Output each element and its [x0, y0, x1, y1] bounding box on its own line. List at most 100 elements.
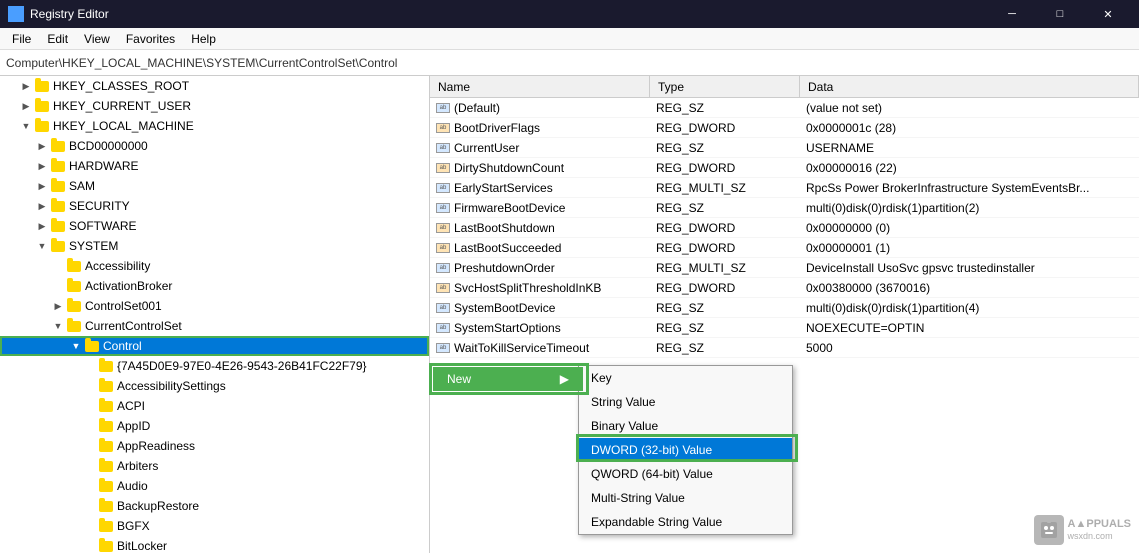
tree-item-control[interactable]: ▼ Control	[0, 336, 429, 356]
reg-icon: ab	[436, 123, 450, 133]
submenu-item-qword[interactable]: QWORD (64-bit) Value	[579, 462, 792, 486]
cell-type: REG_DWORD	[650, 221, 800, 235]
expander-icon: ▶	[82, 398, 98, 414]
expander-icon: ▶	[34, 158, 50, 174]
tree-item-bitlocker[interactable]: ▶ BitLocker	[0, 536, 429, 553]
tree-item-currentcontrolset[interactable]: ▼ CurrentControlSet	[0, 316, 429, 336]
cell-name: ab SystemBootDevice	[430, 301, 650, 315]
tree-item-accessibility[interactable]: ▶ Accessibility	[0, 256, 429, 276]
tree-item-system[interactable]: ▼ SYSTEM	[0, 236, 429, 256]
folder-icon	[66, 258, 82, 274]
submenu-item-expandable-string[interactable]: Expandable String Value	[579, 510, 792, 534]
data-row[interactable]: ab BootDriverFlags REG_DWORD 0x0000001c …	[430, 118, 1139, 138]
expander-icon: ▶	[50, 278, 66, 294]
address-path: Computer\HKEY_LOCAL_MACHINE\SYSTEM\Curre…	[6, 56, 397, 70]
tree-item-accessibilitysettings[interactable]: ▶ AccessibilitySettings	[0, 376, 429, 396]
tree-item-guid[interactable]: ▶ {7A45D0E9-97E0-4E26-9543-26B41FC22F79}	[0, 356, 429, 376]
submenu-item-multi-string[interactable]: Multi-String Value	[579, 486, 792, 510]
data-row[interactable]: ab CurrentUser REG_SZ USERNAME	[430, 138, 1139, 158]
cell-type: REG_SZ	[650, 141, 800, 155]
data-row[interactable]: ab (Default) REG_SZ (value not set)	[430, 98, 1139, 118]
folder-icon	[50, 158, 66, 174]
submenu-item-binary-value[interactable]: Binary Value	[579, 414, 792, 438]
cell-name: ab BootDriverFlags	[430, 121, 650, 135]
reg-icon: ab	[436, 163, 450, 173]
data-row[interactable]: ab SystemBootDevice REG_SZ multi(0)disk(…	[430, 298, 1139, 318]
appuals-logo-icon	[1034, 515, 1064, 545]
window-title: Registry Editor	[30, 7, 109, 21]
folder-icon	[98, 498, 114, 514]
menu-view[interactable]: View	[76, 28, 118, 50]
menu-file[interactable]: File	[4, 28, 39, 50]
menu-edit[interactable]: Edit	[39, 28, 76, 50]
data-row[interactable]: ab LastBootShutdown REG_DWORD 0x00000000…	[430, 218, 1139, 238]
tree-item-controlset001[interactable]: ▶ ControlSet001	[0, 296, 429, 316]
tree-label: HKEY_LOCAL_MACHINE	[53, 119, 194, 133]
tree-item-backuprestore[interactable]: ▶ BackupRestore	[0, 496, 429, 516]
tree-item-acpi[interactable]: ▶ ACPI	[0, 396, 429, 416]
submenu-arrow: ▶	[560, 372, 569, 386]
tree-label: SECURITY	[69, 199, 130, 213]
tree-item-hkey-local-machine[interactable]: ▼ HKEY_LOCAL_MACHINE	[0, 116, 429, 136]
col-header-data: Data	[800, 76, 1139, 97]
new-context-menu-item[interactable]: New ▶	[433, 367, 583, 391]
tree-item-security[interactable]: ▶ SECURITY	[0, 196, 429, 216]
col-header-type: Type	[650, 76, 800, 97]
tree-item-appreadiness[interactable]: ▶ AppReadiness	[0, 436, 429, 456]
folder-icon	[84, 338, 100, 354]
reg-icon: ab	[436, 243, 450, 253]
data-row[interactable]: ab LastBootSucceeded REG_DWORD 0x0000000…	[430, 238, 1139, 258]
tree-item-software[interactable]: ▶ SOFTWARE	[0, 216, 429, 236]
maximize-button[interactable]: □	[1037, 0, 1083, 28]
cell-data: 0x00380000 (3670016)	[800, 281, 1139, 295]
tree-item-bcd[interactable]: ▶ BCD00000000	[0, 136, 429, 156]
cell-data: RpcSs Power BrokerInfrastructure SystemE…	[800, 181, 1139, 195]
tree-label: SAM	[69, 179, 95, 193]
window-controls: ─ □ ✕	[989, 0, 1131, 28]
tree-label: BackupRestore	[117, 499, 199, 513]
menu-help[interactable]: Help	[183, 28, 224, 50]
expander-icon: ▶	[82, 358, 98, 374]
data-row[interactable]: ab FirmwareBootDevice REG_SZ multi(0)dis…	[430, 198, 1139, 218]
tree-label: ACPI	[117, 399, 145, 413]
submenu-item-key[interactable]: Key	[579, 366, 792, 390]
tree-item-bgfx[interactable]: ▶ BGFX	[0, 516, 429, 536]
data-row[interactable]: ab SystemStartOptions REG_SZ NOEXECUTE=O…	[430, 318, 1139, 338]
data-row[interactable]: ab SvcHostSplitThresholdInKB REG_DWORD 0…	[430, 278, 1139, 298]
submenu-item-dword[interactable]: DWORD (32-bit) Value	[579, 438, 792, 462]
data-row[interactable]: ab EarlyStartServices REG_MULTI_SZ RpcSs…	[430, 178, 1139, 198]
tree-item-appid[interactable]: ▶ AppID	[0, 416, 429, 436]
cell-name: ab DirtyShutdownCount	[430, 161, 650, 175]
data-row[interactable]: ab DirtyShutdownCount REG_DWORD 0x000000…	[430, 158, 1139, 178]
minimize-button[interactable]: ─	[989, 0, 1035, 28]
tree-item-arbiters[interactable]: ▶ Arbiters	[0, 456, 429, 476]
tree-item-hkey-current-user[interactable]: ▶ HKEY_CURRENT_USER	[0, 96, 429, 116]
reg-icon: ab	[436, 263, 450, 273]
tree-item-sam[interactable]: ▶ SAM	[0, 176, 429, 196]
reg-icon: ab	[436, 183, 450, 193]
folder-icon	[98, 398, 114, 414]
tree-label: BCD00000000	[69, 139, 148, 153]
tree-label: AppID	[117, 419, 150, 433]
submenu-item-string-value[interactable]: String Value	[579, 390, 792, 414]
cell-name: ab PreshutdownOrder	[430, 261, 650, 275]
data-row[interactable]: ab PreshutdownOrder REG_MULTI_SZ DeviceI…	[430, 258, 1139, 278]
tree-item-activationbroker[interactable]: ▶ ActivationBroker	[0, 276, 429, 296]
expander-icon: ▼	[34, 238, 50, 254]
expander-icon: ▶	[34, 178, 50, 194]
tree-item-audio[interactable]: ▶ Audio	[0, 476, 429, 496]
expander-icon: ▶	[82, 418, 98, 434]
cell-data: (value not set)	[800, 101, 1139, 115]
tree-label: HKEY_CURRENT_USER	[53, 99, 191, 113]
menu-favorites[interactable]: Favorites	[118, 28, 183, 50]
folder-icon	[50, 218, 66, 234]
tree-item-hardware[interactable]: ▶ HARDWARE	[0, 156, 429, 176]
expander-icon: ▶	[82, 438, 98, 454]
tree-label: SYSTEM	[69, 239, 118, 253]
data-row[interactable]: ab WaitToKillServiceTimeout REG_SZ 5000	[430, 338, 1139, 358]
close-button[interactable]: ✕	[1085, 0, 1131, 28]
tree-scroll[interactable]: ▶ HKEY_CLASSES_ROOT ▶ HKEY_CURRENT_USER …	[0, 76, 429, 553]
tree-label: ControlSet001	[85, 299, 162, 313]
cell-name: ab FirmwareBootDevice	[430, 201, 650, 215]
tree-item-hkey-classes-root[interactable]: ▶ HKEY_CLASSES_ROOT	[0, 76, 429, 96]
